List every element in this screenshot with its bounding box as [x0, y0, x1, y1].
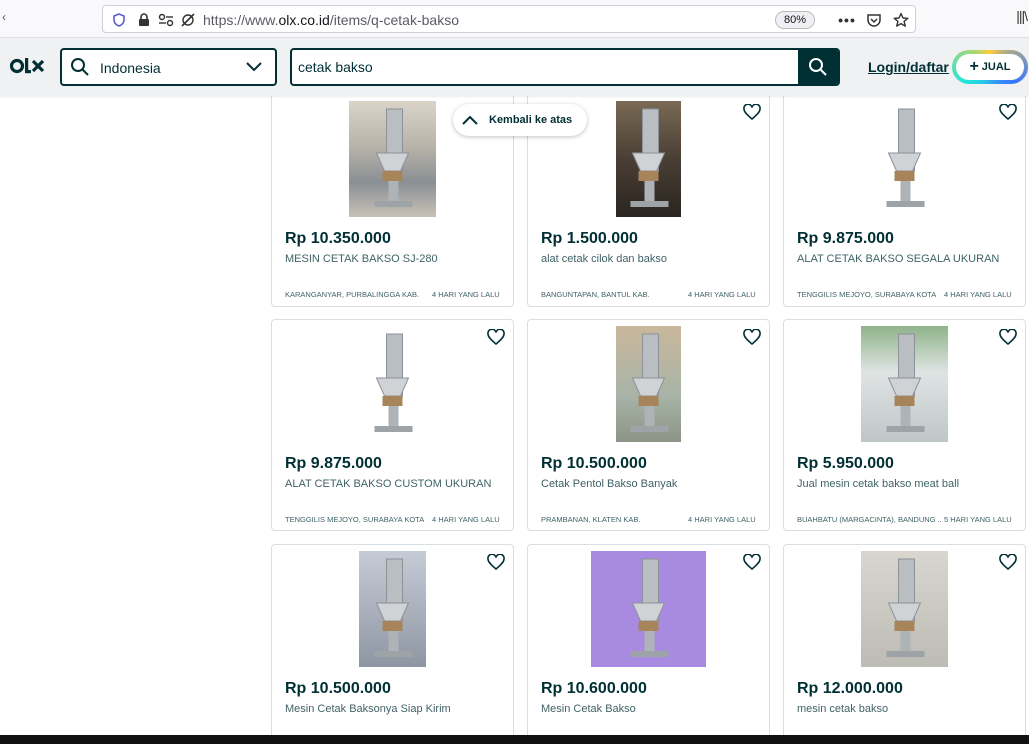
listing-title[interactable]: ALAT CETAK BAKSO CUSTOM UKURAN	[285, 478, 500, 490]
listing-card[interactable]: Rp 10.500.000 Cetak Pentol Bakso Banyak …	[527, 319, 770, 531]
listing-title[interactable]: Mesin Cetak Baksonya Siap Kirim	[285, 703, 500, 715]
favorite-heart-icon[interactable]	[997, 551, 1019, 573]
product-machine-image	[886, 108, 925, 207]
listing-card[interactable]: Rp 9.875.000 ALAT CETAK BAKSO SEGALA UKU…	[783, 94, 1026, 307]
favorite-heart-icon[interactable]	[741, 101, 763, 123]
listing-image[interactable]	[784, 551, 1025, 667]
back-arrow-icon[interactable]: ‹	[2, 10, 6, 24]
listing-price: Rp 12.000.000	[797, 680, 903, 697]
listing-date: 4 HARI YANG LALU	[432, 290, 500, 299]
site-header: Indonesia Login/daftar +JUAL	[0, 38, 1029, 96]
lock-icon[interactable]	[136, 12, 152, 28]
product-machine-image	[374, 333, 413, 432]
bookmark-star-icon[interactable]	[891, 11, 911, 29]
product-machine-image	[630, 333, 669, 432]
listing-title[interactable]: mesin cetak bakso	[797, 703, 1012, 715]
listing-price: Rp 9.875.000	[797, 230, 894, 247]
listing-title[interactable]: alat cetak cilok dan bakso	[541, 253, 756, 265]
location-value: Indonesia	[100, 60, 161, 76]
pocket-icon[interactable]	[864, 11, 884, 29]
listing-date: 4 HARI YANG LALU	[688, 290, 756, 299]
listing-image[interactable]	[272, 551, 513, 667]
listing-card[interactable]: Rp 12.000.000 mesin cetak bakso	[783, 544, 1026, 744]
listing-location: BUAHBATU (MARGACINTA), BANDUNG ...	[797, 515, 942, 524]
search-button[interactable]	[798, 50, 838, 84]
product-machine-image	[630, 108, 669, 207]
listing-card[interactable]: Rp 9.875.000 ALAT CETAK BAKSO CUSTOM UKU…	[271, 319, 514, 531]
zoom-level-badge[interactable]: 80%	[775, 11, 815, 29]
listing-image[interactable]	[784, 326, 1025, 442]
listing-location: BANGUNTAPAN, BANTUL KAB.	[541, 290, 650, 299]
listing-card[interactable]: Rp 10.500.000 Mesin Cetak Baksonya Siap …	[271, 544, 514, 744]
product-machine-image	[886, 558, 925, 657]
product-machine-image	[374, 558, 413, 657]
favorite-heart-icon[interactable]	[997, 101, 1019, 123]
search-bar	[290, 48, 840, 86]
listing-image[interactable]	[784, 101, 1025, 217]
listing-date: 5 HARI YANG LALU	[944, 515, 1012, 524]
url-text[interactable]: https://www.olx.co.id/items/q-cetak-baks…	[203, 12, 459, 28]
listing-price: Rp 10.600.000	[541, 680, 647, 697]
plus-icon: +	[969, 58, 979, 75]
listing-title[interactable]: MESIN CETAK BAKSO SJ-280	[285, 253, 500, 265]
listing-card[interactable]: Rp 5.950.000 Jual mesin cetak bakso meat…	[783, 319, 1026, 531]
listing-title[interactable]: ALAT CETAK BAKSO SEGALA UKURAN	[797, 253, 1012, 265]
back-to-top-label: Kembali ke atas	[489, 114, 573, 126]
chevron-down-icon[interactable]	[245, 59, 263, 80]
location-selector[interactable]: Indonesia	[60, 48, 277, 86]
olx-logo[interactable]	[9, 56, 46, 81]
listing-title[interactable]: Jual mesin cetak bakso meat ball	[797, 478, 1012, 490]
listing-location: TENGGILIS MEJOYO, SURABAYA KOTA	[285, 515, 425, 524]
favorite-heart-icon[interactable]	[741, 551, 763, 573]
listing-price: Rp 5.950.000	[797, 455, 894, 472]
search-input[interactable]	[292, 50, 800, 84]
product-machine-image	[886, 333, 925, 432]
library-icon[interactable]: |||\	[1016, 8, 1028, 24]
product-machine-image	[630, 558, 669, 657]
tracking-protection-icon[interactable]	[180, 12, 196, 28]
listing-price: Rp 9.875.000	[285, 455, 382, 472]
listing-price: Rp 10.350.000	[285, 230, 391, 247]
shield-icon[interactable]	[111, 12, 127, 28]
listing-date: 4 HARI YANG LALU	[432, 515, 500, 524]
listing-title[interactable]: Mesin Cetak Bakso	[541, 703, 756, 715]
listing-location: PRAMBANAN, KLATEN KAB.	[541, 515, 641, 524]
listing-price: Rp 10.500.000	[285, 680, 391, 697]
back-to-top-button[interactable]: Kembali ke atas	[453, 104, 587, 136]
favorite-heart-icon[interactable]	[485, 551, 507, 573]
search-icon	[70, 57, 90, 82]
listing-price: Rp 1.500.000	[541, 230, 638, 247]
chevron-up-icon	[462, 115, 478, 125]
favorite-heart-icon[interactable]	[997, 326, 1019, 348]
taskbar-edge	[0, 735, 1029, 744]
sell-label: JUAL	[981, 61, 1011, 73]
listing-image[interactable]	[528, 326, 769, 442]
product-machine-image	[374, 108, 413, 207]
login-link[interactable]: Login/daftar	[868, 59, 949, 75]
listing-location: TENGGILIS MEJOYO, SURABAYA KOTA	[797, 290, 937, 299]
sell-button[interactable]: + JUAL	[952, 50, 1028, 84]
search-icon	[809, 58, 827, 76]
favorite-heart-icon[interactable]	[485, 326, 507, 348]
listing-date: 4 HARI YANG LALU	[944, 290, 1012, 299]
listing-image[interactable]	[272, 326, 513, 442]
listing-date: 4 HARI YANG LALU	[688, 515, 756, 524]
listing-card[interactable]: Rp 10.600.000 Mesin Cetak Bakso	[527, 544, 770, 744]
listing-location: KARANGANYAR, PURBALINGGA KAB.	[285, 290, 420, 299]
browser-toolbar: ‹ https://www.olx.co.id/items/q-cetak-ba…	[0, 0, 1029, 38]
listing-title[interactable]: Cetak Pentol Bakso Banyak	[541, 478, 756, 490]
favorite-heart-icon[interactable]	[741, 326, 763, 348]
more-options-icon[interactable]: •••	[837, 11, 857, 29]
listing-image[interactable]	[528, 551, 769, 667]
listing-price: Rp 10.500.000	[541, 455, 647, 472]
url-bar[interactable]: https://www.olx.co.id/items/q-cetak-baks…	[102, 5, 916, 33]
permissions-icon[interactable]	[158, 12, 174, 28]
